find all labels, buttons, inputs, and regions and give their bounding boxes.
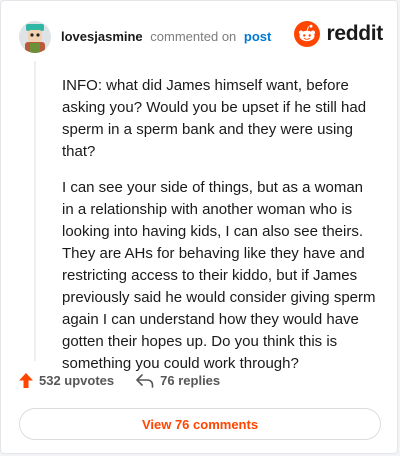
reddit-wordmark: reddit [326,22,383,45]
post-link[interactable]: post [244,29,271,44]
comment-footer: 532 upvotes 76 replies [19,373,242,388]
comment-meta: lovesjasmine commented on post [61,29,271,45]
comment-paragraph-1: INFO: what did James himself want, befor… [62,77,367,160]
upvotes-count: 532 upvotes [39,373,115,388]
reddit-snoo-icon [294,21,321,47]
comment-header: lovesjasmine commented on post reddit [19,17,383,57]
comment-body: INFO: what did James himself want, befor… [62,75,376,389]
comment-action-text: commented on [150,29,237,44]
view-comments-button[interactable]: View 76 comments [19,408,381,440]
upvote-arrow-icon [19,373,33,388]
reddit-logo[interactable]: reddit [294,21,383,47]
avatar-image-icon [19,21,51,53]
reply-arrow-icon [136,373,154,388]
user-avatar[interactable] [19,21,51,53]
comment-paragraph-2: I can see your side of things, but as a … [62,179,376,372]
thread-line [34,61,36,361]
username[interactable]: lovesjasmine [61,29,143,44]
replies-stat[interactable]: 76 replies [136,373,220,388]
upvotes-stat[interactable]: 532 upvotes [19,373,114,388]
replies-count: 76 replies [160,373,221,388]
comment-card: lovesjasmine commented on post reddit IN… [0,0,398,454]
